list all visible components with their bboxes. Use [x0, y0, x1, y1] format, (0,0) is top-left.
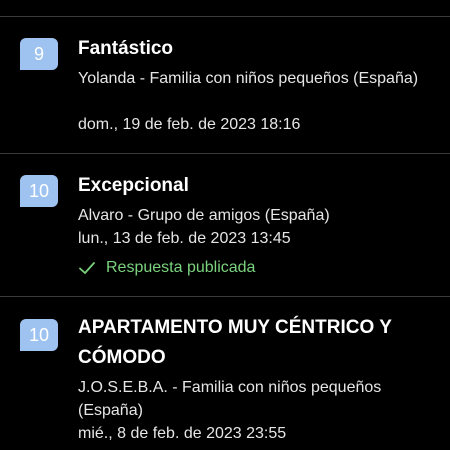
- review-title: Excepcional: [78, 175, 189, 196]
- review-date: lun., 13 de feb. de 2023 13:45: [78, 230, 291, 247]
- review-title: Fantástico: [78, 38, 174, 59]
- review-item[interactable]: 10 APARTAMENTO MUY CÉNTRICO Y CÓMODO J.O…: [0, 297, 450, 450]
- reply-status-label: Respuesta publicada: [106, 259, 256, 276]
- score-badge: 9: [20, 38, 58, 70]
- review-item[interactable]: 9 Fantástico Yolanda - Familia con niños…: [0, 17, 450, 153]
- guest-info: Alvaro - Grupo de amigos (España): [78, 207, 330, 224]
- guest-info: Yolanda - Familia con niños pequeños (Es…: [78, 70, 419, 87]
- guest-info: J.O.S.E.B.A. - Familia con niños pequeño…: [78, 379, 382, 419]
- reviews-list: 9 Fantástico Yolanda - Familia con niños…: [0, 0, 450, 450]
- review-title: APARTAMENTO MUY CÉNTRICO Y CÓMODO: [78, 317, 392, 368]
- score-badge: 10: [20, 319, 58, 351]
- review-date: dom., 19 de feb. de 2023 18:16: [78, 116, 301, 133]
- checkmark-icon: [79, 261, 95, 274]
- review-date: mié., 8 de feb. de 2023 23:55: [78, 425, 287, 442]
- review-item[interactable]: 10 Excepcional Alvaro - Grupo de amigos …: [0, 154, 450, 296]
- score-badge: 10: [20, 175, 58, 207]
- reply-status: Respuesta publicada: [78, 256, 255, 279]
